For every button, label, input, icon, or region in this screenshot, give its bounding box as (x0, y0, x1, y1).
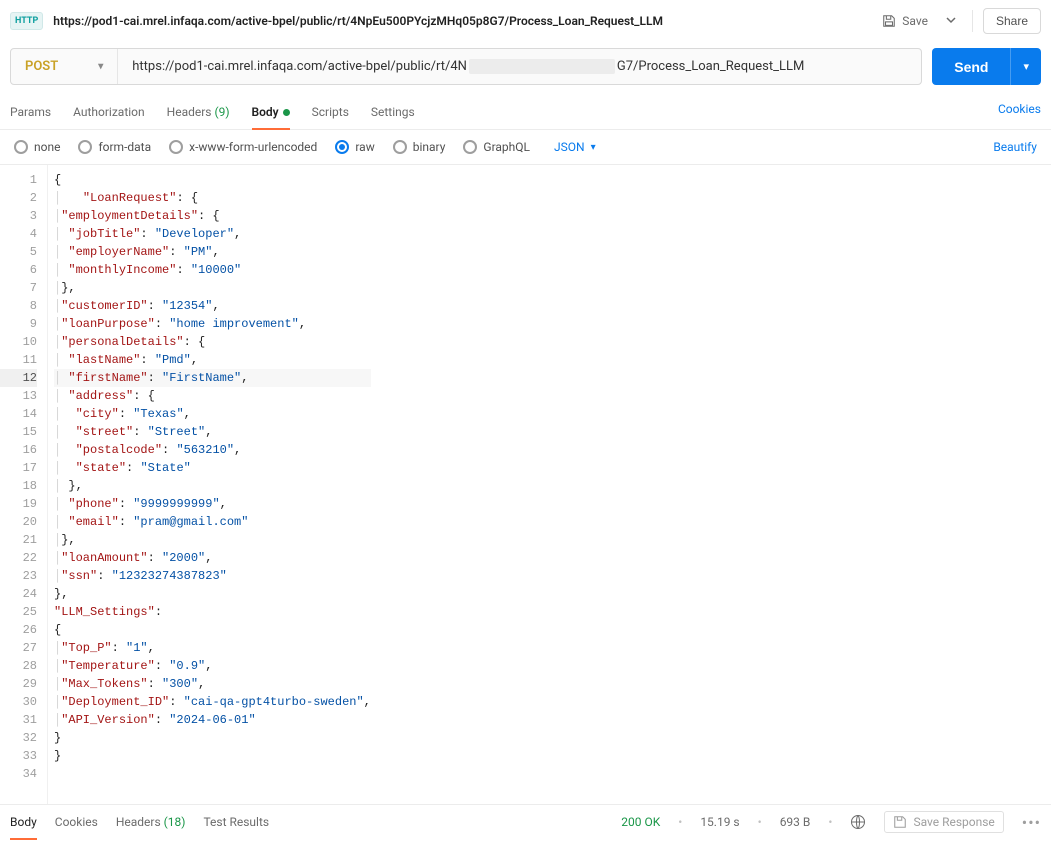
url-prefix: https://pod1-cai.mrel.infaqa.com/active-… (132, 59, 467, 74)
response-time: 15.19 s (700, 815, 739, 829)
body-modified-indicator (283, 109, 290, 116)
tab-authorization[interactable]: Authorization (73, 99, 145, 129)
response-tab-headers[interactable]: Headers (18) (116, 811, 186, 833)
method-label: POST (25, 59, 58, 74)
save-response-button[interactable]: Save Response (884, 811, 1003, 833)
body-type-form-data[interactable]: form-data (78, 140, 151, 154)
request-tab-title: https://pod1-cai.mrel.infaqa.com/active-… (53, 14, 866, 28)
body-type-graphql[interactable]: GraphQL (463, 140, 530, 154)
separator: • (678, 815, 682, 829)
radio-icon (463, 140, 477, 154)
save-dropdown[interactable] (940, 10, 962, 33)
response-status: 200 OK (621, 815, 660, 829)
save-icon (882, 14, 896, 28)
response-tab-body[interactable]: Body (10, 811, 37, 833)
tab-settings[interactable]: Settings (371, 99, 415, 129)
raw-language-select[interactable]: JSON▾ (554, 140, 596, 154)
line-gutter: 1234567891011121314151617181920212223242… (0, 165, 48, 804)
separator: • (828, 815, 832, 829)
cookies-link[interactable]: Cookies (998, 102, 1041, 126)
radio-icon (169, 140, 183, 154)
url-input[interactable]: https://pod1-cai.mrel.infaqa.com/active-… (118, 49, 921, 84)
url-masked-segment: xxxxxxxxxxxxxxxxxxxxxx (469, 59, 615, 74)
separator: • (758, 815, 762, 829)
tab-body[interactable]: Body (252, 99, 290, 129)
method-url-group: POST ▾ https://pod1-cai.mrel.infaqa.com/… (10, 48, 922, 85)
send-dropdown[interactable]: ▾ (1010, 48, 1041, 85)
tab-scripts[interactable]: Scripts (312, 99, 349, 129)
body-type-urlencoded[interactable]: x-www-form-urlencoded (169, 140, 317, 154)
share-button[interactable]: Share (983, 8, 1041, 34)
chevron-down-icon (946, 15, 956, 25)
chevron-down-icon: ▾ (1023, 61, 1029, 73)
url-suffix: G7/Process_Loan_Request_LLM (617, 59, 804, 74)
send-button[interactable]: Send (932, 48, 1010, 85)
response-tab-tests[interactable]: Test Results (203, 811, 269, 833)
method-select[interactable]: POST ▾ (11, 49, 118, 84)
beautify-button[interactable]: Beautify (993, 140, 1037, 154)
divider (972, 10, 973, 32)
chevron-down-icon: ▾ (98, 61, 103, 72)
code-content[interactable]: {│ "LoanRequest": {│"employmentDetails":… (48, 165, 371, 804)
chevron-down-icon: ▾ (591, 142, 596, 153)
more-options[interactable]: ••• (1022, 813, 1041, 832)
code-editor[interactable]: 1234567891011121314151617181920212223242… (0, 165, 1051, 805)
radio-icon (14, 140, 28, 154)
save-label: Save (902, 14, 928, 28)
radio-icon (335, 140, 349, 154)
body-type-raw[interactable]: raw (335, 140, 374, 154)
response-size: 693 B (780, 815, 811, 829)
save-button[interactable]: Save (876, 10, 934, 32)
network-icon[interactable] (850, 814, 866, 830)
radio-icon (393, 140, 407, 154)
body-type-binary[interactable]: binary (393, 140, 446, 154)
tab-params[interactable]: Params (10, 99, 51, 129)
response-tab-cookies[interactable]: Cookies (55, 811, 98, 833)
tab-headers[interactable]: Headers (9) (167, 99, 230, 129)
http-badge: HTTP (10, 12, 43, 30)
save-icon (893, 815, 907, 829)
body-type-none[interactable]: none (14, 140, 60, 154)
radio-icon (78, 140, 92, 154)
